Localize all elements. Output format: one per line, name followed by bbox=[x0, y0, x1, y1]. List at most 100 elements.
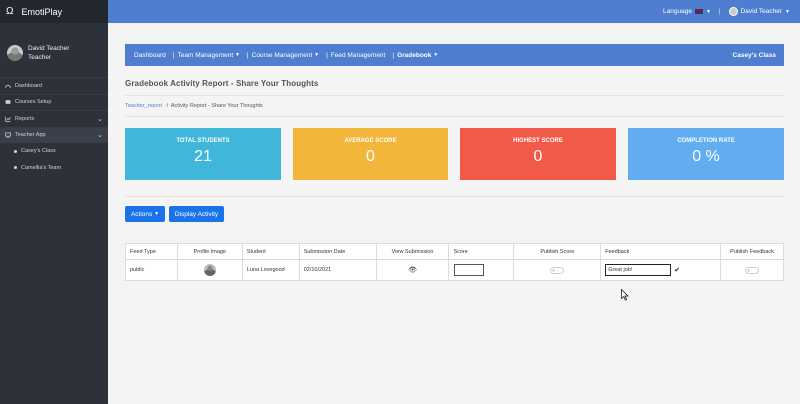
avatar bbox=[7, 45, 23, 61]
profile-image-cell bbox=[176, 259, 243, 281]
stat-card-total-students: TOTAL STUDENTS 21 bbox=[125, 128, 281, 180]
monitor-icon bbox=[5, 132, 11, 139]
chevron-down-icon: ▼ bbox=[234, 52, 240, 58]
column-header: Feedback bbox=[600, 243, 722, 260]
top-bar: Language ▼ | David Teacher ▼ bbox=[108, 0, 800, 23]
breadcrumb-separator: / bbox=[163, 103, 170, 109]
mouse-cursor-icon bbox=[621, 289, 629, 301]
table-header-row: Feed Type Profile Image Student Submissi… bbox=[125, 243, 784, 260]
student-cell: Luna Lovegood bbox=[241, 259, 300, 281]
column-header: Submission Date bbox=[298, 243, 377, 260]
actions-button-label: Actions bbox=[130, 210, 153, 218]
nav-course-management-label: Course Management bbox=[251, 51, 313, 59]
gradebook-table: Feed Type Profile Image Student Submissi… bbox=[125, 243, 784, 281]
sidebar-item-reports[interactable]: Reports ⌄ bbox=[0, 110, 108, 127]
nav-gradebook[interactable]: Gradebook ▼ bbox=[397, 52, 438, 59]
nav-team-management-label: Team Management bbox=[177, 51, 234, 59]
chevron-down-icon: ▼ bbox=[154, 211, 160, 217]
sidebar-subitem-caseys-class[interactable]: Casey's Class bbox=[0, 143, 108, 160]
stat-value: 0 bbox=[533, 148, 543, 165]
check-icon[interactable]: ✔ bbox=[674, 266, 680, 274]
stat-card-highest-score: HIGHEST SCORE 0 bbox=[460, 128, 616, 180]
column-header: Publish Feedback bbox=[720, 243, 784, 260]
divider bbox=[125, 116, 784, 117]
publish-feedback-toggle[interactable] bbox=[745, 266, 760, 274]
feedback-input[interactable]: Great job! bbox=[605, 264, 672, 276]
breadcrumb-link[interactable]: Teacher_report bbox=[125, 103, 162, 109]
column-header: View Submission bbox=[375, 243, 450, 260]
current-class: Casey's Class bbox=[732, 51, 776, 59]
page-title: Gradebook Activity Report - Share Your T… bbox=[125, 79, 319, 88]
language-label: Language bbox=[663, 8, 692, 15]
sidebar-user-name: David Teacher bbox=[28, 45, 70, 52]
omega-logo-icon: Ω bbox=[6, 6, 14, 17]
chevron-down-icon: ⌄ bbox=[97, 115, 103, 123]
book-icon bbox=[5, 100, 11, 105]
nav-feed-management[interactable]: Feed Management bbox=[331, 52, 386, 59]
nav-dashboard[interactable]: Dashboard bbox=[134, 52, 166, 59]
breadcrumb-current: Activity Report - Share Your Thoughts bbox=[170, 103, 263, 109]
language-selector[interactable]: Language ▼ bbox=[663, 8, 711, 15]
nav-team-management[interactable]: Team Management ▼ bbox=[178, 52, 240, 59]
sidebar-nav: Dashboard Courses Setup Reports ⌄ Teache… bbox=[0, 77, 108, 176]
chevron-down-icon: ⌄ bbox=[97, 132, 103, 140]
stat-value: 0 bbox=[366, 148, 375, 165]
view-submission-cell: 👁 bbox=[375, 259, 450, 281]
nav-course-management[interactable]: Course Management ▼ bbox=[252, 52, 319, 59]
stat-label: COMPLETION RATE bbox=[677, 138, 735, 144]
user-menu[interactable]: David Teacher ▼ bbox=[728, 7, 790, 16]
actions-button[interactable]: Actions ▼ bbox=[125, 206, 165, 222]
main-nav: Dashboard | Team Management ▼ | Course M… bbox=[125, 44, 784, 66]
feed-type-cell: public bbox=[125, 259, 178, 281]
display-activity-button[interactable]: Display Activity bbox=[169, 206, 224, 222]
user-menu-label: David Teacher bbox=[740, 8, 783, 15]
nav-gradebook-label: Gradebook bbox=[397, 51, 432, 59]
bullet-icon bbox=[14, 166, 17, 170]
sidebar-item-label: Dashboard bbox=[15, 82, 42, 89]
divider: | bbox=[718, 8, 721, 15]
publish-score-cell bbox=[513, 259, 602, 281]
publish-feedback-cell bbox=[720, 259, 784, 281]
avatar bbox=[728, 7, 738, 16]
bullet-icon bbox=[14, 149, 17, 153]
sidebar-user-role: Teacher bbox=[28, 54, 52, 61]
divider: | bbox=[392, 51, 395, 59]
sidebar-subitem-label: Camellia's Team bbox=[21, 164, 62, 171]
column-header: Feed Type bbox=[125, 243, 178, 260]
uk-flag-icon bbox=[694, 9, 703, 14]
breadcrumb: Teacher_report / Activity Report - Share… bbox=[125, 103, 263, 109]
sidebar-item-dashboard[interactable]: Dashboard bbox=[0, 77, 108, 94]
sidebar-user: David Teacher Teacher bbox=[0, 23, 108, 73]
table-row: public Luna Lovegood 02/10/2021 👁 Great … bbox=[125, 259, 784, 281]
sidebar-subitem-label: Casey's Class bbox=[21, 148, 56, 155]
chevron-down-icon: ▼ bbox=[785, 8, 790, 15]
stat-value: 0 % bbox=[692, 148, 720, 165]
divider: | bbox=[246, 51, 249, 59]
sidebar-item-courses-setup[interactable]: Courses Setup bbox=[0, 93, 108, 111]
avatar bbox=[203, 264, 216, 276]
sidebar-item-label: Reports bbox=[15, 115, 35, 122]
sidebar-item-teacher-app[interactable]: Teacher App ⌄ bbox=[0, 126, 108, 143]
stat-card-average-score: AVERAGE SCORE 0 bbox=[293, 128, 448, 180]
sidebar-item-label: Courses Setup bbox=[15, 99, 52, 106]
publish-score-toggle[interactable] bbox=[550, 266, 565, 274]
column-header: Publish Score bbox=[513, 243, 602, 260]
sidebar-subitem-camellias-team[interactable]: Camellia's Team bbox=[0, 160, 108, 177]
column-header: Profile Image bbox=[176, 243, 243, 260]
sidebar-item-label: Teacher App bbox=[15, 132, 46, 139]
chart-icon bbox=[5, 116, 11, 122]
chevron-down-icon: ▼ bbox=[314, 52, 320, 58]
stat-label: HIGHEST SCORE bbox=[513, 138, 563, 144]
divider: | bbox=[172, 51, 175, 59]
stat-label: AVERAGE SCORE bbox=[344, 138, 397, 144]
brand[interactable]: Ω EmotiPlay bbox=[0, 0, 108, 23]
divider: | bbox=[326, 51, 328, 59]
eye-icon[interactable]: 👁 bbox=[408, 267, 417, 274]
stat-value: 21 bbox=[194, 148, 212, 165]
stat-label: TOTAL STUDENTS bbox=[176, 138, 230, 144]
dashboard-icon bbox=[5, 84, 11, 88]
divider bbox=[125, 196, 784, 197]
divider bbox=[125, 95, 784, 96]
score-input[interactable] bbox=[454, 264, 485, 276]
submission-date-cell: 02/10/2021 bbox=[298, 259, 377, 281]
